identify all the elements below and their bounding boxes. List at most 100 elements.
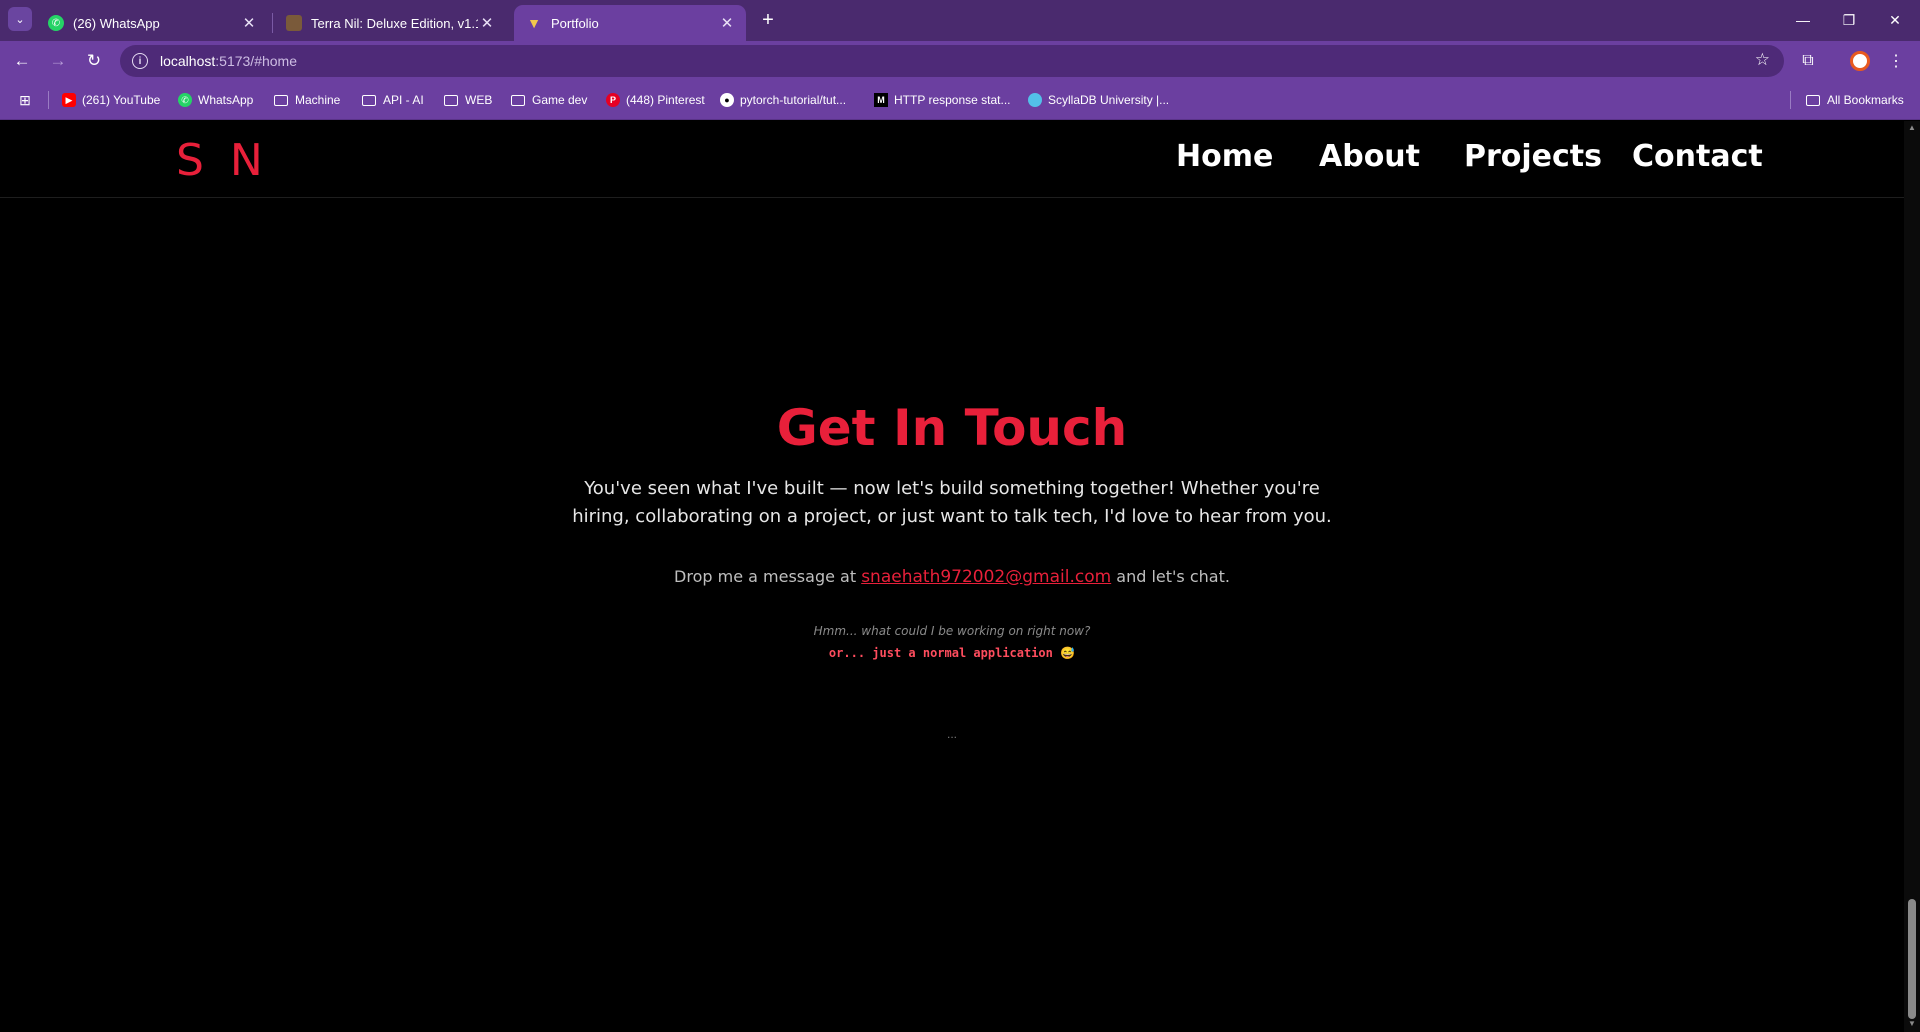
bookmark-separator (1790, 91, 1791, 109)
avatar (1850, 51, 1870, 71)
bookmark-folder-api-ai[interactable]: API - AI (362, 90, 424, 110)
tab-portfolio[interactable]: ▼ Portfolio ✕ (514, 5, 746, 41)
tab-title: (26) WhatsApp (73, 15, 160, 31)
restore-icon: ❐ (1842, 11, 1856, 28)
nav-home[interactable]: Home (1176, 139, 1273, 174)
close-tab-icon[interactable]: ✕ (478, 14, 496, 32)
page-viewport: S N Home About Projects Contact Get In T… (0, 121, 1904, 1032)
arrow-left-icon: ← (13, 51, 31, 70)
drop-suffix: and let's chat. (1116, 567, 1230, 586)
all-bookmarks-label: All Bookmarks (1827, 93, 1904, 107)
puzzle-icon: ⧉ (1802, 52, 1814, 69)
tab-separator (272, 13, 273, 33)
bookmark-folder-game-dev[interactable]: Game dev (511, 90, 587, 110)
tab-title: Portfolio (551, 15, 599, 31)
close-tab-icon[interactable]: ✕ (240, 14, 258, 32)
contact-email-line: Drop me a message at snaehath972002@gmai… (0, 567, 1904, 587)
bookmark-http-response[interactable]: M HTTP response stat... (874, 90, 1011, 110)
new-tab-button[interactable]: + (756, 8, 780, 32)
close-window-button[interactable]: ✕ (1872, 0, 1918, 40)
bookmark-folder-web[interactable]: WEB (444, 90, 492, 110)
tab-terra-nil[interactable]: Terra Nil: Deluxe Edition, v1.1.7 ✕ (274, 5, 506, 41)
minimize-button[interactable]: — (1780, 0, 1826, 40)
page-scrollbar[interactable]: ▲ ▼ (1904, 121, 1920, 1032)
bookmark-pytorch-tutorial[interactable]: ● pytorch-tutorial/tut... (720, 90, 846, 110)
contact-intro: You've seen what I've built — now let's … (0, 475, 1904, 531)
pinterest-icon: P (606, 93, 620, 107)
github-icon: ● (720, 93, 734, 107)
game-thumbnail-icon (286, 15, 302, 31)
teaser-text: Hmm... what could I be working on right … (813, 624, 1091, 638)
drop-prefix: Drop me a message at (674, 567, 857, 586)
address-bar[interactable]: i localhost:5173/#home ☆ (120, 45, 1784, 77)
bookmark-label: API - AI (383, 93, 424, 107)
arrow-right-icon: → (49, 51, 67, 70)
folder-icon (444, 94, 458, 106)
loading-indicator: ... (946, 727, 957, 741)
nav-projects[interactable]: Projects (1464, 139, 1602, 174)
vite-icon: ▼ (527, 15, 541, 31)
tab-whatsapp[interactable]: ✆ (26) WhatsApp ✕ (36, 5, 268, 41)
folder-icon (1806, 94, 1820, 106)
bookmark-star-icon[interactable]: ☆ (1755, 50, 1770, 70)
apps-button[interactable]: ⊞ (18, 90, 38, 110)
email-link[interactable]: snaehath972002@gmail.com (861, 567, 1111, 587)
forward-button[interactable]: → (44, 47, 72, 75)
menu-button[interactable]: ⋮ (1882, 47, 1910, 75)
bookmarks-bar: ⊞ ▶ (261) YouTube ✆ WhatsApp Machine API -… (0, 80, 1920, 120)
folder-icon (511, 94, 525, 106)
bookmark-label: pytorch-tutorial/tut... (740, 93, 847, 107)
intro-line-1: You've seen what I've built — now let's … (584, 478, 1320, 499)
profile-button[interactable] (1846, 47, 1874, 75)
whatsapp-icon: ✆ (48, 15, 64, 31)
tab-strip: ⌄ ✆ (26) WhatsApp ✕ Terra Nil: Deluxe Ed… (0, 0, 1920, 41)
site-logo[interactable]: S N (176, 135, 269, 186)
close-tab-icon[interactable]: ✕ (718, 14, 736, 32)
folder-icon (362, 94, 376, 106)
tab-search-button[interactable]: ⌄ (8, 7, 32, 31)
bookmark-label: (261) YouTube (82, 93, 161, 107)
reload-icon: ↻ (86, 51, 102, 70)
plus-icon: + (762, 8, 774, 31)
all-bookmarks-button[interactable]: All Bookmarks (1806, 90, 1904, 110)
folder-icon (274, 94, 288, 106)
intro-line-2: hiring, collaborating on a project, or j… (572, 506, 1332, 527)
bookmark-folder-machine[interactable]: Machine (274, 90, 340, 110)
bookmark-label: Game dev (532, 93, 588, 107)
site-navbar: S N Home About Projects Contact (0, 121, 1904, 198)
scylladb-icon (1028, 93, 1042, 107)
browser-toolbar: ← → ↻ i localhost:5173/#home ☆ ⧉ ⋮ (0, 41, 1920, 80)
scroll-down-arrow-icon[interactable]: ▼ (1907, 1019, 1917, 1028)
back-button[interactable]: ← (8, 47, 36, 75)
site-info-icon[interactable]: i (132, 53, 148, 69)
bookmark-separator (48, 91, 49, 109)
mdn-icon: M (874, 93, 888, 107)
bookmark-whatsapp[interactable]: ✆ WhatsApp (178, 90, 253, 110)
close-icon: ✕ (1889, 11, 1901, 28)
bookmark-label: (448) Pinterest (626, 93, 705, 107)
contact-heading: Get In Touch (776, 399, 1128, 457)
minimize-icon: — (1796, 12, 1810, 28)
bookmark-label: WhatsApp (198, 93, 254, 107)
scroll-up-arrow-icon[interactable]: ▲ (1907, 123, 1917, 132)
bookmark-scylladb[interactable]: ScyllaDB University |... (1028, 90, 1169, 110)
extensions-button[interactable]: ⧉ (1794, 47, 1822, 75)
youtube-icon: ▶ (62, 93, 76, 107)
reload-button[interactable]: ↻ (80, 47, 108, 75)
bookmark-pinterest[interactable]: P (448) Pinterest (606, 90, 705, 110)
kebab-menu-icon: ⋮ (1888, 53, 1904, 70)
url-host: localhost (160, 53, 216, 69)
scroll-thumb[interactable] (1908, 899, 1916, 1019)
chevron-down-icon: ⌄ (15, 13, 25, 26)
bookmark-label: ScyllaDB University |... (1048, 93, 1170, 107)
restore-button[interactable]: ❐ (1826, 0, 1872, 40)
bookmark-label: WEB (465, 93, 493, 107)
bookmark-youtube[interactable]: ▶ (261) YouTube (62, 90, 160, 110)
nav-contact[interactable]: Contact (1632, 139, 1763, 174)
url-path: :5173/#home (215, 53, 297, 69)
apps-grid-icon: ⊞ (19, 91, 31, 108)
whatsapp-icon: ✆ (178, 93, 192, 107)
bookmark-label: Machine (295, 93, 341, 107)
nav-about[interactable]: About (1319, 139, 1420, 174)
typing-text: or... just a normal application 😅 (828, 646, 1076, 660)
